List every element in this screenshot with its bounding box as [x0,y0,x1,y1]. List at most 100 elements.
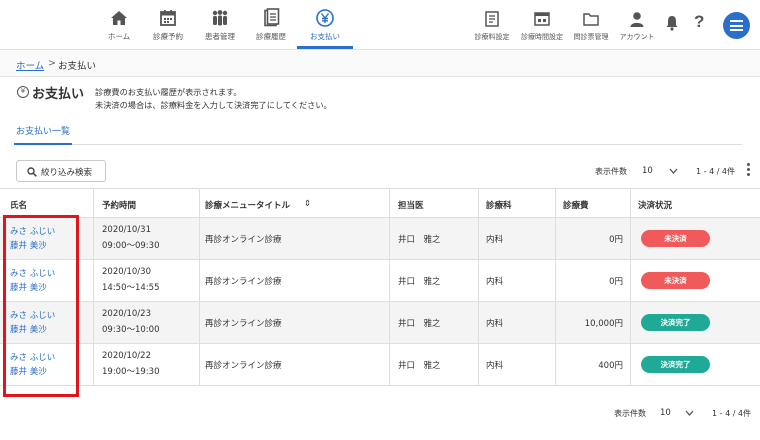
menu-title: 再診オンライン診療 [205,319,282,329]
table-row: みさ ふじい 藤井 美沙 2020/10/31 09:00〜09:30 再診オン… [0,218,760,260]
page-count: 1 - 4 / 4件 [712,409,752,418]
reservation-date: 2020/10/30 [102,267,151,277]
tab-payment-list[interactable]: お支払い一覧 [16,124,70,137]
column-divider [389,188,390,386]
history-icon [264,8,280,27]
more-options-icon[interactable] [745,163,751,177]
nav-account[interactable]: アカウント [608,10,666,42]
patient-name-link[interactable]: 藤井 美沙 [10,239,47,251]
doctor: 井口 雅之 [398,319,441,329]
table-header: 氏名 予約時間 診療メニュータイトル ⇕ 担当医 診療科 診療費 決済状況 [0,188,760,218]
header-fee: 診療費 [563,201,589,211]
department: 内科 [486,361,504,371]
department: 内科 [486,319,504,329]
department: 内科 [486,235,504,245]
per-page-select[interactable]: 10 [636,161,686,181]
nav-item-label: ホーム [107,32,131,41]
search-icon [27,167,37,177]
reservation-date: 2020/10/31 [102,225,151,235]
bell-icon[interactable] [664,14,680,32]
account-icon [630,12,644,27]
nav-item-label: 診療予約 [153,32,183,41]
patient-name-link[interactable]: 藤井 美沙 [10,323,47,335]
doctor: 井口 雅之 [398,235,441,245]
calendar-icon [160,10,176,26]
nav-item-history[interactable]: 診療履歴 [243,8,299,42]
per-page-value: 10 [642,166,653,176]
menu-title: 再診オンライン診療 [205,361,282,371]
fee: 10,000円 [584,319,623,329]
reservation-date: 2020/10/22 [102,351,151,361]
header-reservation-time: 予約時間 [102,201,137,211]
menu-button[interactable] [723,12,750,39]
reservation-date: 2020/10/23 [102,309,151,319]
filter-search-label: 絞り込み検索 [41,168,93,178]
menu-title: 再診オンライン診療 [205,277,282,287]
tab-divider [14,144,742,145]
patient-kana-link[interactable]: みさ ふじい [10,267,55,279]
department: 内科 [486,277,504,287]
reservation-time: 14:50〜14:55 [102,283,160,293]
folder-icon [583,13,599,26]
help-icon[interactable]: ? [694,12,704,32]
column-divider [93,188,94,386]
status-badge: 未決済 [641,272,710,289]
per-page-label: 表示件数 [595,167,627,176]
header-menu-title[interactable]: 診療メニュータイトル [205,199,290,211]
menu-bar-icon [730,20,743,22]
chevron-down-icon [669,168,678,174]
breadcrumb: ホーム > お支払い [0,51,760,77]
column-divider [630,188,631,386]
nav-item-label: 患者管理 [205,32,235,41]
patient-name-link[interactable]: 藤井 美沙 [10,365,47,377]
nav-item-payment[interactable]: お支払い [297,8,353,42]
tab-active-indicator [14,143,72,145]
reservation-time: 09:00〜09:30 [102,241,160,251]
filter-search-button[interactable]: 絞り込み検索 [16,160,106,182]
patient-kana-link[interactable]: みさ ふじい [10,351,55,363]
nav-item-home[interactable]: ホーム [91,8,147,42]
reservation-time: 19:00〜19:30 [102,367,160,377]
patient-kana-link[interactable]: みさ ふじい [10,225,55,237]
hours-settings-icon [534,12,550,26]
nav-item-reservation[interactable]: 診療予約 [140,8,196,42]
top-navigation: ホーム 診療予約 患者管理 診療履歴 お支払い 診療料設定 診療時間設定 問診票… [0,0,760,50]
breadcrumb-home-link[interactable]: ホーム [16,58,44,72]
page-count: 1 - 4 / 4件 [696,167,736,176]
header-doctor: 担当医 [398,201,424,211]
page-description: 診療費のお支払い履歴が表示されます。 [95,87,242,97]
chevron-down-icon [685,410,694,416]
menu-bar-icon [730,29,743,31]
nav-item-label: 診療履歴 [256,32,286,41]
home-icon [111,11,127,25]
yen-icon: ¥ [17,86,29,98]
page-description: 未決済の場合は、診療料金を入力して決済完了にしてください。 [95,100,332,110]
nav-item-patients[interactable]: 患者管理 [192,8,248,42]
column-divider [478,188,479,386]
doctor: 井口 雅之 [398,277,441,287]
patient-name-link[interactable]: 藤井 美沙 [10,281,47,293]
patients-icon [212,10,228,26]
active-tab-indicator [297,46,353,49]
column-divider [199,188,200,386]
fee: 0円 [609,235,623,245]
fee: 400円 [598,361,623,371]
per-page-label: 表示件数 [614,409,646,418]
nav-item-label: お支払い [310,32,340,41]
menu-bar-icon [730,24,743,27]
status-badge: 決済完了 [641,314,710,331]
header-payment-status: 決済状況 [638,201,673,211]
table-row: みさ ふじい 藤井 美沙 2020/10/30 14:50〜14:55 再診オン… [0,260,760,302]
per-page-select[interactable]: 10 [654,403,702,423]
menu-title: 再診オンライン診療 [205,235,282,245]
patient-kana-link[interactable]: みさ ふじい [10,309,55,321]
breadcrumb-separator: > [48,58,56,69]
nav-account-label: アカウント [619,33,655,41]
column-divider [555,188,556,386]
table-row: みさ ふじい 藤井 美沙 2020/10/22 19:00〜19:30 再診オン… [0,344,760,386]
header-department: 診療科 [486,201,512,211]
table-row: みさ ふじい 藤井 美沙 2020/10/23 09:30〜10:00 再診オン… [0,302,760,344]
sort-icon[interactable]: ⇕ [304,199,311,209]
status-badge: 決済完了 [641,356,710,373]
yen-icon [316,9,334,27]
